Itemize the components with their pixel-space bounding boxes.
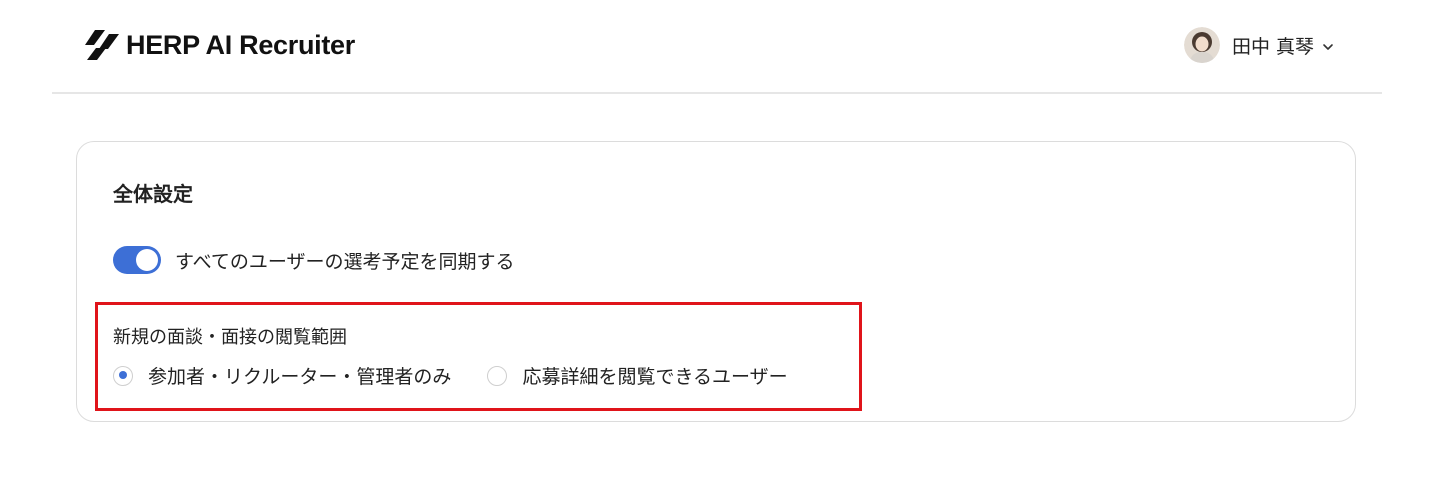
toggle-knob <box>136 249 158 271</box>
radio-label: 参加者・リクルーター・管理者のみ <box>148 366 452 388</box>
user-menu[interactable]: 田中 真琴 <box>1183 26 1334 64</box>
avatar <box>1183 27 1220 63</box>
avatar-image <box>1183 27 1220 63</box>
radio-label: 応募詳細を閲覧できるユーザー <box>522 366 788 388</box>
user-name: 田中 真琴 <box>1231 35 1314 58</box>
radio-option-participants[interactable]: 参加者・リクルーター・管理者のみ <box>113 362 451 389</box>
sync-setting-row: すべてのユーザーの選考予定を同期する <box>113 246 515 274</box>
herp-logo-icon <box>85 30 119 60</box>
app-header: HERP AI Recruiter 田中 真琴 <box>52 0 1382 94</box>
sync-toggle[interactable] <box>113 246 161 274</box>
app-name: HERP AI Recruiter <box>126 29 355 60</box>
visibility-label: 新規の面談・面接の閲覧範囲 <box>113 327 347 348</box>
highlight-box <box>95 302 862 411</box>
sync-toggle-label: すべてのユーザーの選考予定を同期する <box>175 250 515 273</box>
card-title: 全体設定 <box>113 182 193 206</box>
visibility-radio-group: 参加者・リクルーター・管理者のみ 応募詳細を閲覧できるユーザー <box>113 362 788 389</box>
radio-option-viewers[interactable]: 応募詳細を閲覧できるユーザー <box>487 362 788 389</box>
radio-button[interactable] <box>113 365 133 386</box>
app-logo[interactable]: HERP AI Recruiter <box>84 28 355 62</box>
chevron-down-icon <box>1323 43 1333 50</box>
radio-button[interactable] <box>487 365 508 386</box>
